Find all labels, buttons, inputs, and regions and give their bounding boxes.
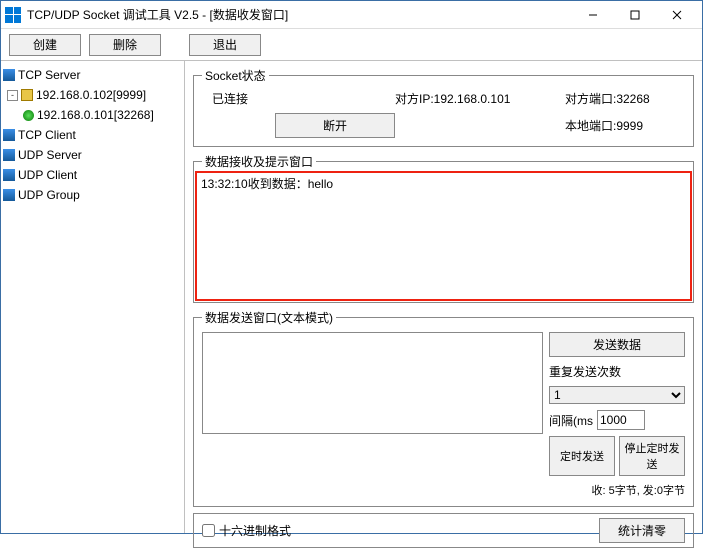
timed-send-button[interactable]: 定时发送 bbox=[549, 436, 615, 476]
receive-group: 数据接收及提示窗口 13:32:10收到数据：hello bbox=[193, 153, 694, 303]
send-data-button[interactable]: 发送数据 bbox=[549, 332, 685, 357]
clear-stats-button[interactable]: 统计清零 bbox=[599, 518, 685, 543]
tree-node-listen[interactable]: - 192.168.0.102[9999] bbox=[3, 85, 182, 105]
sidebar-tree[interactable]: TCP Server - 192.168.0.102[9999] 192.168… bbox=[1, 61, 185, 533]
tree-label: 192.168.0.101[32268] bbox=[37, 106, 154, 124]
send-textarea[interactable] bbox=[202, 332, 543, 434]
titlebar: TCP/UDP Socket 调试工具 V2.5 - [数据收发窗口] bbox=[1, 1, 702, 29]
server-icon bbox=[3, 129, 15, 141]
minimize-button[interactable] bbox=[572, 2, 614, 28]
stop-timed-button[interactable]: 停止定时发送 bbox=[619, 436, 685, 476]
window-title: TCP/UDP Socket 调试工具 V2.5 - [数据收发窗口] bbox=[27, 6, 572, 23]
interval-input[interactable] bbox=[597, 410, 645, 430]
server-icon bbox=[3, 69, 15, 81]
io-stats: 收: 5字节, 发:0字节 bbox=[549, 482, 685, 498]
server-icon bbox=[3, 189, 15, 201]
receive-legend: 数据接收及提示窗口 bbox=[202, 153, 316, 170]
exit-button[interactable]: 退出 bbox=[189, 34, 261, 56]
footer-row: 十六进制格式 统计清零 bbox=[193, 513, 694, 548]
tree-node-connection[interactable]: 192.168.0.101[32268] bbox=[3, 105, 182, 125]
tree-node-tcp-client[interactable]: TCP Client bbox=[3, 125, 182, 145]
local-port: 本地端口:9999 bbox=[565, 117, 685, 134]
socket-status-legend: Socket状态 bbox=[202, 67, 269, 84]
receive-textarea[interactable]: 13:32:10收到数据：hello bbox=[195, 171, 692, 301]
peer-ip: 对方IP:192.168.0.101 bbox=[395, 90, 565, 107]
collapse-icon[interactable]: - bbox=[7, 90, 18, 101]
toolbar: 创建 删除 退出 bbox=[1, 29, 702, 61]
tree-node-tcp-server[interactable]: TCP Server bbox=[3, 65, 182, 85]
delete-button[interactable]: 删除 bbox=[89, 34, 161, 56]
close-button[interactable] bbox=[656, 2, 698, 28]
tree-label: UDP Group bbox=[18, 186, 80, 204]
status-connected: 已连接 bbox=[202, 90, 275, 107]
disconnect-button[interactable]: 断开 bbox=[275, 113, 395, 138]
create-button[interactable]: 创建 bbox=[9, 34, 81, 56]
app-icon bbox=[5, 7, 21, 23]
recv-line: 13:32:10收到数据：hello bbox=[201, 177, 333, 191]
repeat-select[interactable]: 1 bbox=[549, 386, 685, 404]
tree-label: 192.168.0.102[9999] bbox=[36, 86, 146, 104]
connection-icon bbox=[23, 110, 34, 121]
server-icon bbox=[3, 169, 15, 181]
tree-node-udp-server[interactable]: UDP Server bbox=[3, 145, 182, 165]
send-group: 数据发送窗口(文本模式) 发送数据 重复发送次数 1 间隔(ms bbox=[193, 309, 694, 507]
tree-node-udp-client[interactable]: UDP Client bbox=[3, 165, 182, 185]
maximize-icon bbox=[630, 10, 640, 20]
tree-label: UDP Client bbox=[18, 166, 77, 184]
tree-node-udp-group[interactable]: UDP Group bbox=[3, 185, 182, 205]
maximize-button[interactable] bbox=[614, 2, 656, 28]
send-legend: 数据发送窗口(文本模式) bbox=[202, 309, 336, 326]
endpoint-icon bbox=[21, 89, 33, 101]
peer-port: 对方端口:32268 bbox=[565, 90, 685, 107]
hex-checkbox[interactable] bbox=[202, 524, 215, 537]
hex-checkbox-label[interactable]: 十六进制格式 bbox=[202, 522, 291, 539]
socket-status-group: Socket状态 已连接 对方IP:192.168.0.101 对方端口:322… bbox=[193, 67, 694, 147]
interval-label: 间隔(ms bbox=[549, 412, 593, 429]
server-icon bbox=[3, 149, 15, 161]
tree-label: TCP Server bbox=[18, 66, 80, 84]
hex-label: 十六进制格式 bbox=[219, 522, 291, 539]
tree-label: UDP Server bbox=[18, 146, 82, 164]
repeat-label: 重复发送次数 bbox=[549, 363, 685, 380]
minimize-icon bbox=[588, 10, 598, 20]
tree-label: TCP Client bbox=[18, 126, 76, 144]
close-icon bbox=[672, 10, 682, 20]
